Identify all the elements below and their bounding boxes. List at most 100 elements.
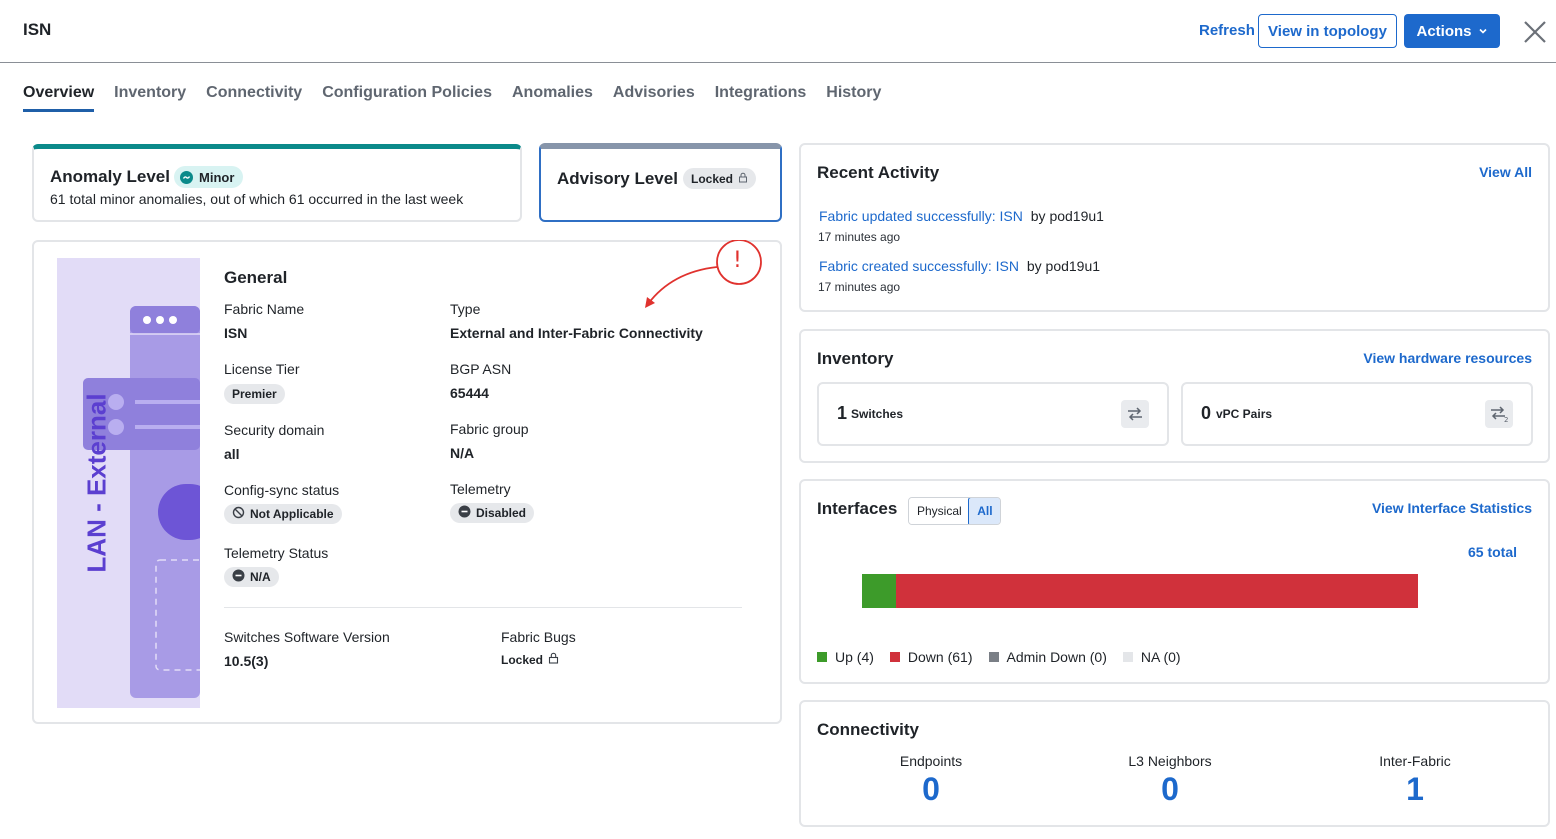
activity-item: Fabric updated successfully: ISN by pod1… bbox=[819, 208, 1104, 224]
telemetry-status-value: N/A bbox=[250, 570, 271, 584]
type-label: Type bbox=[450, 301, 481, 317]
anomaly-description: 61 total minor anomalies, out of which 6… bbox=[50, 191, 464, 207]
advisory-badge-text: Locked bbox=[691, 171, 734, 186]
security-domain-label: Security domain bbox=[224, 422, 325, 438]
legend-item: Down (61) bbox=[889, 649, 973, 665]
advisory-level-card[interactable]: Advisory Level Locked bbox=[539, 143, 782, 222]
refresh-button[interactable]: Refresh bbox=[1199, 22, 1255, 39]
lock-icon bbox=[738, 172, 748, 186]
endpoints-value: 0 bbox=[922, 771, 940, 807]
tab-advisories[interactable]: Advisories bbox=[613, 84, 695, 112]
view-interface-statistics-link[interactable]: View Interface Statistics bbox=[1372, 500, 1532, 516]
page-header: ISN Refresh View in topology Actions bbox=[0, 0, 1556, 63]
tab-bar: Overview Inventory Connectivity Configur… bbox=[23, 84, 881, 112]
connectivity-title: Connectivity bbox=[817, 720, 920, 739]
interfaces-legend: Up (4) Down (61) Admin Down (0) NA (0) bbox=[817, 649, 1181, 665]
advisory-locked-badge: Locked bbox=[683, 168, 757, 189]
activity-link[interactable]: Fabric created successfully: ISN bbox=[819, 258, 1019, 274]
activity-by: by pod19u1 bbox=[1026, 258, 1101, 274]
disabled-icon bbox=[458, 505, 471, 521]
illustration-label: LAN - External bbox=[81, 393, 112, 573]
legend-label: Admin Down (0) bbox=[1006, 649, 1107, 665]
toggle-physical[interactable]: Physical bbox=[909, 498, 970, 524]
anomaly-badge-text: Minor bbox=[199, 169, 235, 185]
page-title: ISN bbox=[23, 20, 52, 39]
telemetry-badge: Disabled bbox=[450, 503, 535, 523]
telemetry-value: Disabled bbox=[476, 506, 527, 520]
fabric-type-illustration: LAN - External bbox=[57, 258, 200, 708]
actions-label: Actions bbox=[1416, 22, 1472, 40]
minor-severity-icon bbox=[180, 170, 193, 184]
fabric-bugs-label: Fabric Bugs bbox=[501, 629, 576, 645]
tab-configuration-policies[interactable]: Configuration Policies bbox=[322, 84, 492, 112]
tab-overview[interactable]: Overview bbox=[23, 84, 95, 112]
l3-neighbors-label: L3 Neighbors bbox=[1128, 753, 1212, 769]
close-icon[interactable] bbox=[1522, 19, 1548, 45]
inventory-title: Inventory bbox=[817, 349, 894, 368]
tab-history[interactable]: History bbox=[826, 84, 881, 112]
interfaces-status-bar bbox=[862, 574, 1418, 608]
tab-connectivity[interactable]: Connectivity bbox=[206, 84, 302, 112]
vpc-pairs-count: 0 bbox=[1201, 403, 1212, 423]
legend-label: NA (0) bbox=[1140, 649, 1181, 665]
vpc-pairs-label: vPC Pairs bbox=[1216, 407, 1273, 421]
l3-neighbors-stat[interactable]: L3 Neighbors 0 bbox=[1100, 753, 1240, 808]
inter-fabric-stat[interactable]: Inter-Fabric 1 bbox=[1345, 753, 1485, 808]
anomaly-level-card[interactable]: Anomaly Level Minor 61 total minor anoma… bbox=[32, 144, 522, 222]
telemetry-status-label: Telemetry Status bbox=[224, 545, 329, 561]
vpc-pairs-tile[interactable]: 0 vPC Pairs 2 bbox=[1181, 382, 1533, 446]
activity-item: Fabric created successfully: ISN by pod1… bbox=[819, 258, 1100, 274]
inventory-card: Inventory View hardware resources 1 Swit… bbox=[799, 329, 1550, 463]
fabric-bugs-status: Locked bbox=[501, 652, 559, 667]
endpoints-label: Endpoints bbox=[899, 753, 963, 769]
interfaces-total: 65 total bbox=[1467, 544, 1517, 560]
fabric-bugs-value: Locked bbox=[501, 652, 544, 667]
license-tier-value: Premier bbox=[232, 387, 277, 401]
telemetry-status-badge: N/A bbox=[224, 567, 279, 587]
legend-item: NA (0) bbox=[1122, 649, 1181, 665]
switches-label: Switches bbox=[851, 407, 904, 421]
general-card: LAN - External General Fabric Name ISN T… bbox=[32, 240, 782, 724]
legend-swatch bbox=[988, 652, 999, 662]
tab-integrations[interactable]: Integrations bbox=[715, 84, 807, 112]
legend-swatch bbox=[889, 652, 900, 662]
bar-segment-down[interactable] bbox=[896, 574, 1418, 608]
view-hardware-resources-link[interactable]: View hardware resources bbox=[1363, 350, 1532, 366]
advisory-level-label: Advisory Level bbox=[557, 169, 678, 188]
bar-segment-up[interactable] bbox=[862, 574, 897, 608]
config-sync-badge: Not Applicable bbox=[224, 504, 342, 524]
security-domain-value: all bbox=[224, 446, 240, 462]
fabric-name-value: ISN bbox=[224, 325, 248, 341]
toggle-all[interactable]: All bbox=[968, 498, 1001, 524]
activity-link[interactable]: Fabric updated successfully: ISN bbox=[819, 208, 1023, 224]
view-in-topology-button[interactable]: View in topology bbox=[1258, 14, 1397, 48]
config-sync-value: Not Applicable bbox=[250, 507, 334, 521]
interfaces-title: Interfaces bbox=[817, 499, 898, 518]
anomaly-severity-badge: Minor bbox=[174, 166, 244, 188]
actions-button[interactable]: Actions bbox=[1404, 14, 1500, 48]
activity-time: 17 minutes ago bbox=[818, 280, 901, 294]
license-tier-badge: Premier bbox=[224, 384, 285, 404]
view-all-link[interactable]: View All bbox=[1479, 164, 1532, 180]
software-version-label: Switches Software Version bbox=[224, 629, 390, 645]
l3-neighbors-value: 0 bbox=[1161, 771, 1179, 807]
tab-inventory[interactable]: Inventory bbox=[114, 84, 186, 112]
switches-count: 1 bbox=[837, 403, 848, 423]
section-divider bbox=[224, 607, 742, 608]
recent-activity-card: Recent Activity View All Fabric updated … bbox=[799, 143, 1550, 312]
inter-fabric-label: Inter-Fabric bbox=[1379, 753, 1451, 769]
switches-tile[interactable]: 1 Switches bbox=[817, 382, 1169, 446]
general-section-title: General bbox=[224, 268, 288, 287]
legend-swatch bbox=[1122, 652, 1133, 662]
endpoints-stat[interactable]: Endpoints 0 bbox=[861, 753, 1001, 808]
telemetry-label: Telemetry bbox=[450, 481, 511, 497]
tab-anomalies[interactable]: Anomalies bbox=[512, 84, 593, 112]
config-sync-label: Config-sync status bbox=[224, 482, 340, 498]
fabric-group-label: Fabric group bbox=[450, 421, 529, 437]
legend-item: Up (4) bbox=[817, 649, 874, 665]
not-applicable-icon bbox=[232, 506, 245, 522]
bgp-asn-value: 65444 bbox=[450, 385, 489, 401]
chevron-down-icon bbox=[1478, 26, 1488, 36]
legend-item: Admin Down (0) bbox=[988, 649, 1107, 665]
vpc-pair-icon: 2 bbox=[1485, 400, 1513, 428]
